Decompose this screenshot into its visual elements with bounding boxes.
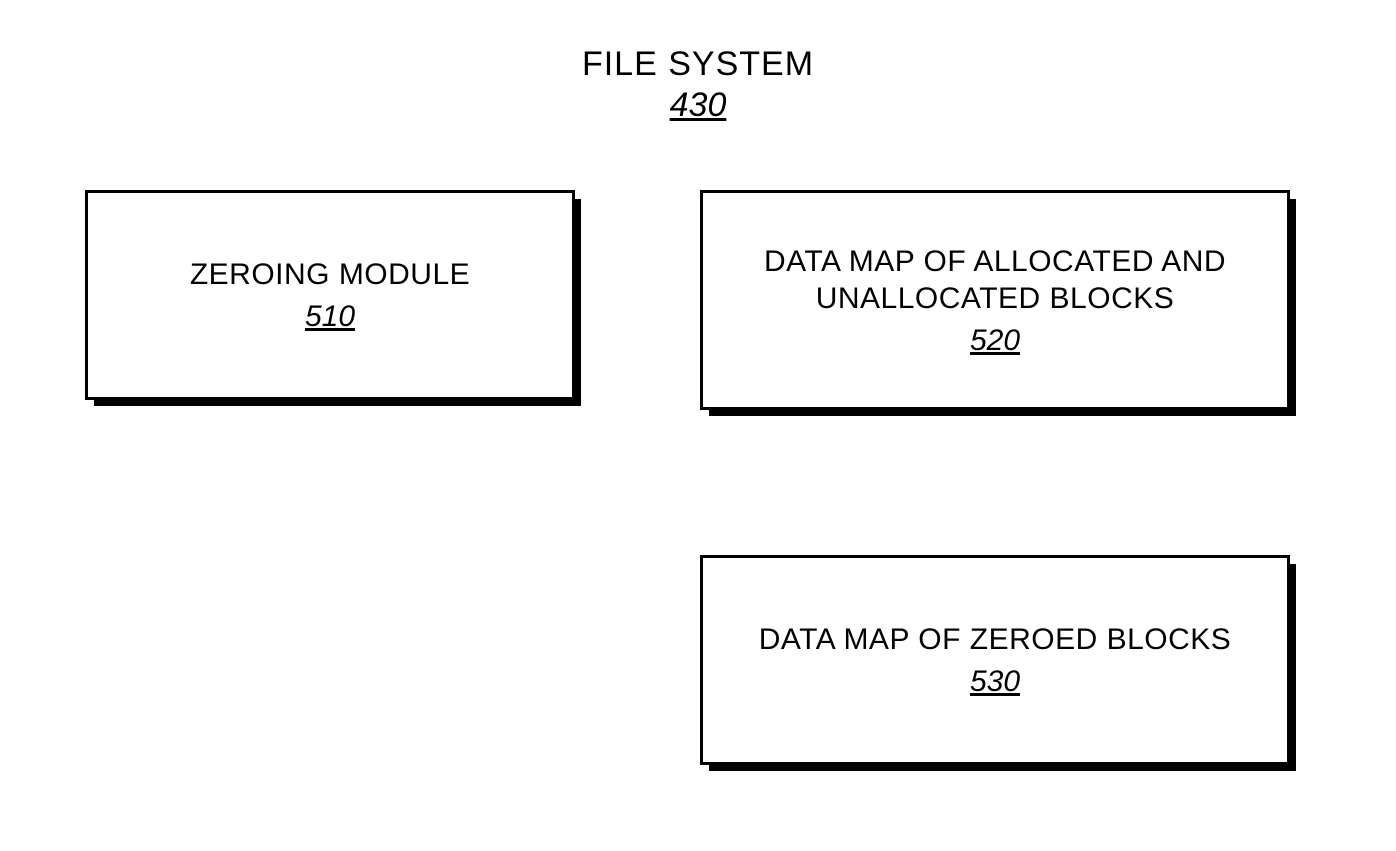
zero-map-box: DATA MAP OF ZEROED BLOCKS 530	[700, 555, 1290, 765]
alloc-map-number: 520	[970, 324, 1020, 358]
zeroing-module-number: 510	[305, 300, 355, 334]
zeroing-module-box: ZEROING MODULE 510	[85, 190, 575, 400]
title-label: FILE SYSTEM	[0, 45, 1396, 84]
zero-map-label: DATA MAP OF ZEROED BLOCKS	[759, 621, 1232, 659]
alloc-map-box: DATA MAP OF ALLOCATED AND UNALLOCATED BL…	[700, 190, 1290, 410]
zero-map-number: 530	[970, 665, 1020, 699]
zeroing-module-label: ZEROING MODULE	[190, 256, 470, 294]
diagram-title: FILE SYSTEM 430	[0, 45, 1396, 125]
title-number: 430	[670, 86, 727, 125]
alloc-map-label: DATA MAP OF ALLOCATED AND UNALLOCATED BL…	[723, 243, 1267, 318]
